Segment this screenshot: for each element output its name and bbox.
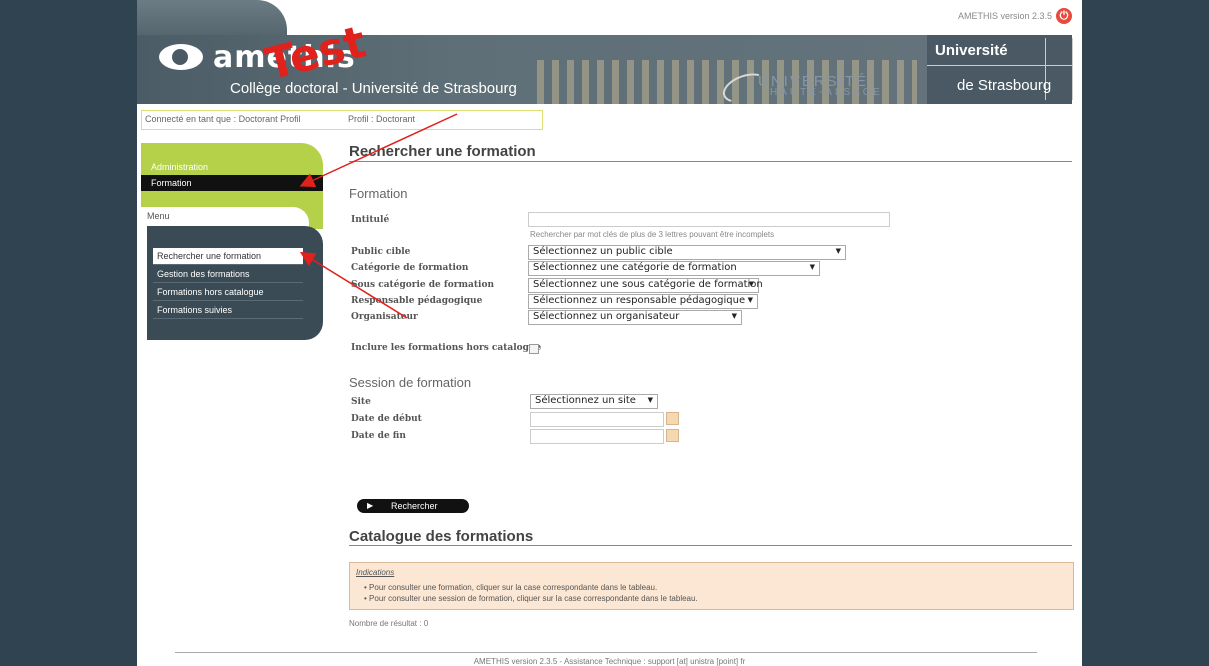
chevron-down-icon: ▼: [647, 396, 653, 404]
public-select[interactable]: Sélectionnez un public cible ▼: [528, 245, 846, 260]
catalogue-divider: [349, 545, 1072, 546]
menu-label: Menu: [147, 211, 170, 221]
amethis-logo-icon: [159, 44, 203, 70]
status-bar: Connecté en tant que : Doctorant Profil …: [141, 110, 543, 130]
organisateur-select[interactable]: Sélectionnez un organisateur ▼: [528, 310, 742, 325]
hors-catalogue-label: Inclure les formations hors catalogue: [351, 343, 542, 353]
menu-section: Menu: [141, 191, 323, 229]
indications-box: Indications • Pour consulter une formati…: [349, 562, 1074, 610]
sidebar-item-formation[interactable]: Formation: [141, 175, 323, 191]
indication-line-2: • Pour consulter une session de formatio…: [364, 594, 698, 603]
date-debut-label: Date de début: [351, 414, 422, 424]
play-icon: ▶: [367, 501, 374, 510]
footer-text: AMETHIS version 2.3.5 - Assistance Techn…: [473, 657, 746, 666]
catalogue-title: Catalogue des formations: [349, 528, 534, 545]
indication-line-1: • Pour consulter une formation, cliquer …: [364, 583, 658, 592]
site-label: Site: [351, 397, 371, 407]
search-button[interactable]: ▶ Rechercher: [357, 499, 469, 513]
uha-logo: UNIVERSITÉ HAUTE-ALSACE: [718, 67, 912, 109]
sidebar-item-suivies[interactable]: Formations suivies: [153, 302, 303, 319]
footer-divider: [175, 652, 1037, 653]
chevron-down-icon: ▼: [731, 312, 737, 320]
sidebar-item-hors-catalogue[interactable]: Formations hors catalogue: [153, 284, 303, 301]
version-bar: AMETHIS version 2.3.5 ⏻: [958, 8, 1072, 24]
date-fin-label: Date de fin: [351, 431, 406, 441]
sous-categorie-label: Sous catégorie de formation: [351, 280, 495, 290]
calendar-icon[interactable]: [666, 429, 679, 442]
chevron-down-icon: ▼: [748, 280, 754, 288]
intitule-label: Intitulé: [351, 215, 390, 225]
sous-categorie-select[interactable]: Sélectionnez une sous catégorie de forma…: [528, 278, 763, 293]
chevron-down-icon: ▼: [835, 247, 841, 255]
intitule-input[interactable]: [528, 212, 890, 227]
power-icon[interactable]: ⏻: [1056, 8, 1072, 24]
responsable-label: Responsable pédagogique: [351, 296, 483, 306]
sidebar-item-rechercher[interactable]: Rechercher une formation: [153, 248, 303, 265]
sidebar-nav: Rechercher une formation Gestion des for…: [147, 226, 323, 340]
header-banner: amethis Collège doctoral - Université de…: [137, 0, 1073, 109]
result-count: Nombre de résultat : 0: [349, 619, 429, 628]
chevron-down-icon: ▼: [809, 263, 815, 271]
indications-title: Indications: [356, 568, 395, 577]
public-label: Public cible: [351, 247, 411, 257]
calendar-icon[interactable]: [666, 412, 679, 425]
date-fin-input[interactable]: [530, 429, 664, 444]
hors-catalogue-checkbox[interactable]: [529, 344, 539, 354]
categorie-select[interactable]: Sélectionnez une catégorie de formation ▼: [528, 261, 820, 276]
page-title: Rechercher une formation: [349, 143, 536, 160]
formation-section-title: Formation: [349, 186, 408, 201]
connected-as: Connecté en tant que : Doctorant Profil: [145, 114, 301, 124]
admin-link[interactable]: Administration: [151, 162, 208, 172]
profile-label: Profil : Doctorant: [348, 114, 416, 124]
sidebar-item-gestion[interactable]: Gestion des formations: [153, 266, 303, 283]
site-select[interactable]: Sélectionnez un site ▼: [530, 394, 658, 409]
chevron-down-icon: ▼: [747, 296, 753, 304]
session-section-title: Session de formation: [349, 375, 472, 390]
version-label: AMETHIS version 2.3.5: [957, 11, 1052, 21]
title-divider: [349, 161, 1072, 162]
categorie-label: Catégorie de formation: [351, 263, 469, 273]
organisateur-label: Organisateur: [351, 312, 418, 322]
page: amethis Collège doctoral - Université de…: [137, 0, 1082, 666]
date-debut-input[interactable]: [530, 412, 664, 427]
intitule-hint: Rechercher par mot clés de plus de 3 let…: [530, 230, 775, 239]
responsable-select[interactable]: Sélectionnez un responsable pédagogique ▼: [528, 294, 758, 309]
